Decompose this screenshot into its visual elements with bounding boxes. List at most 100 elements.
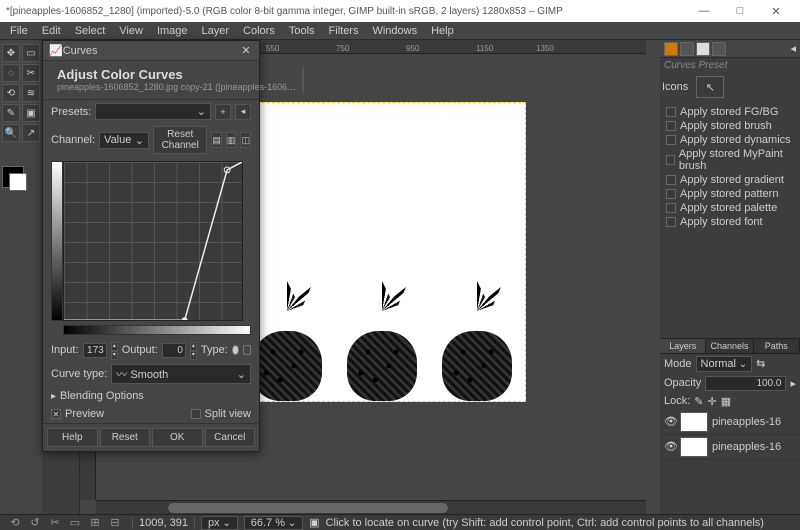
layer-thumb xyxy=(680,412,708,432)
fg-bg-swatch[interactable] xyxy=(2,166,24,188)
measure-tool-icon[interactable]: ↗ xyxy=(22,124,40,142)
preset-label: Curves Preset xyxy=(660,58,800,73)
histogram-linear-icon[interactable]: ▤ xyxy=(211,132,222,148)
fill-tool-icon[interactable]: ▣ xyxy=(22,104,40,122)
tab-paths[interactable]: Paths xyxy=(754,339,800,353)
menu-select[interactable]: Select xyxy=(69,24,112,38)
input-spinner[interactable]: ▴▾ xyxy=(111,342,118,358)
rect-select-tool-icon[interactable]: ▭ xyxy=(22,44,40,62)
opacity-value[interactable]: 100.0 xyxy=(705,376,786,391)
ruler-tick: 550 xyxy=(266,44,279,53)
zoom-select[interactable]: 66.7 % ⌄ xyxy=(244,516,303,530)
menu-view[interactable]: View xyxy=(113,24,149,38)
output-spinner[interactable]: ▴▾ xyxy=(190,342,197,358)
lock-pixels-icon[interactable]: ✎ xyxy=(694,395,703,408)
mode-switch-icon[interactable]: ⇆ xyxy=(756,357,765,370)
apply-pattern[interactable]: Apply stored pattern xyxy=(664,187,796,201)
apply-brush[interactable]: Apply stored brush xyxy=(664,119,796,133)
cancel-button[interactable]: Cancel xyxy=(205,428,256,447)
apply-palette[interactable]: Apply stored palette xyxy=(664,201,796,215)
menu-edit[interactable]: Edit xyxy=(36,24,67,38)
unit-select[interactable]: px ⌄ xyxy=(201,516,238,530)
zoom-tool-icon[interactable]: 🔍 xyxy=(2,124,20,142)
apply-mypaint[interactable]: Apply stored MyPaint brush xyxy=(664,147,796,173)
split-view-checkbox[interactable]: .Split view xyxy=(191,408,251,420)
menu-windows[interactable]: Windows xyxy=(366,24,423,38)
cursor-preview-icon[interactable]: ↖ xyxy=(696,76,724,98)
status-icon[interactable]: ▣ xyxy=(309,516,319,529)
dock-tab-icon[interactable] xyxy=(664,42,678,56)
transform-tool-icon[interactable]: ⟲ xyxy=(2,84,20,102)
visibility-icon[interactable]: 👁 xyxy=(664,415,676,428)
curve-type-select[interactable]: 〰 Smooth⌄ xyxy=(111,364,251,384)
menu-image[interactable]: Image xyxy=(151,24,194,38)
dock-tab-icon[interactable] xyxy=(680,42,694,56)
menu-file[interactable]: File xyxy=(4,24,34,38)
preview-checkbox[interactable]: ✕Preview xyxy=(51,408,104,420)
crop-tool-icon[interactable]: ✂ xyxy=(22,64,40,82)
window-close[interactable]: ✕ xyxy=(758,0,794,22)
menu-tools[interactable]: Tools xyxy=(283,24,321,38)
free-select-tool-icon[interactable]: ◌ xyxy=(2,64,20,82)
type-corner-radio[interactable] xyxy=(243,345,251,355)
dialog-close-icon[interactable]: ✕ xyxy=(239,44,253,57)
reset-button[interactable]: Reset xyxy=(100,428,151,447)
visibility-icon[interactable]: 👁 xyxy=(664,440,676,453)
histogram-toggle-icon[interactable]: ◫ xyxy=(240,132,251,148)
ruler-tick: 1350 xyxy=(536,44,554,53)
sb-icon[interactable]: ⟲ xyxy=(8,516,22,530)
menu-colors[interactable]: Colors xyxy=(237,24,281,38)
presets-select[interactable]: ⌄ xyxy=(95,103,211,120)
apply-fgbg[interactable]: Apply stored FG/BG xyxy=(664,105,796,119)
menu-layer[interactable]: Layer xyxy=(196,24,236,38)
apply-dynamics[interactable]: Apply stored dynamics xyxy=(664,133,796,147)
dock-menu-icon[interactable]: ◂ xyxy=(790,42,796,55)
right-dock: ◂ Curves Preset Icons ↖ Apply stored FG/… xyxy=(660,40,800,514)
output-value[interactable]: 0 xyxy=(162,343,186,358)
blending-expander[interactable]: ▸ Blending Options xyxy=(43,387,259,405)
status-message: Click to locate on curve (try Shift: add… xyxy=(326,517,796,529)
layer-name[interactable]: pineapples-16 xyxy=(712,441,781,453)
mode-select[interactable]: Normal ⌄ xyxy=(696,356,753,372)
help-button[interactable]: Help xyxy=(47,428,98,447)
menu-help[interactable]: Help xyxy=(425,24,460,38)
sb-icon[interactable]: ✂ xyxy=(48,516,62,530)
sb-icon[interactable]: ⊞ xyxy=(88,516,102,530)
opacity-label: Opacity xyxy=(664,377,701,389)
curve-grid[interactable] xyxy=(63,161,243,321)
reset-channel-button[interactable]: Reset Channel xyxy=(153,126,207,154)
opacity-spin-icon[interactable]: ▸ xyxy=(790,377,796,390)
dock-tab-icon[interactable] xyxy=(712,42,726,56)
paint-tool-icon[interactable]: ✎ xyxy=(2,104,20,122)
tab-channels[interactable]: Channels xyxy=(706,339,753,353)
layers-list: 👁 pineapples-16 👁 pineapples-16 xyxy=(660,410,800,515)
ok-button[interactable]: OK xyxy=(152,428,203,447)
histogram-log-icon[interactable]: ▥ xyxy=(226,132,237,148)
layer-row[interactable]: 👁 pineapples-16 xyxy=(660,435,800,460)
scrollbar-horizontal[interactable] xyxy=(96,500,646,514)
type-smooth-radio[interactable] xyxy=(232,345,240,355)
dock-tab-icon[interactable] xyxy=(696,42,710,56)
menu-filters[interactable]: Filters xyxy=(323,24,365,38)
layer-row[interactable]: 👁 pineapples-16 xyxy=(660,410,800,435)
preset-add-icon[interactable]: + xyxy=(215,104,231,120)
channel-select[interactable]: Value⌄ xyxy=(99,132,149,149)
lock-position-icon[interactable]: ✛ xyxy=(708,395,717,408)
warp-tool-icon[interactable]: ≋ xyxy=(22,84,40,102)
preset-menu-icon[interactable]: ◂ xyxy=(235,104,251,120)
window-maximize[interactable]: □ xyxy=(722,0,758,22)
apply-gradient[interactable]: Apply stored gradient xyxy=(664,173,796,187)
sb-icon[interactable]: ⊟ xyxy=(108,516,122,530)
window-titlebar: *[pineapples-1606852_1280] (imported)-5.… xyxy=(0,0,800,22)
sb-icon[interactable]: ↺ xyxy=(28,516,42,530)
mode-label: Mode xyxy=(664,358,692,370)
sb-icon[interactable]: ▭ xyxy=(68,516,82,530)
input-value[interactable]: 173 xyxy=(83,343,107,358)
window-minimize[interactable]: — xyxy=(686,0,722,22)
layer-name[interactable]: pineapples-16 xyxy=(712,416,781,428)
lock-alpha-icon[interactable]: ▦ xyxy=(721,395,731,408)
move-tool-icon[interactable]: ✥ xyxy=(2,44,20,62)
tab-layers[interactable]: Layers xyxy=(660,339,706,353)
apply-font[interactable]: Apply stored font xyxy=(664,215,796,229)
curve-type-label: Curve type: xyxy=(51,368,107,380)
